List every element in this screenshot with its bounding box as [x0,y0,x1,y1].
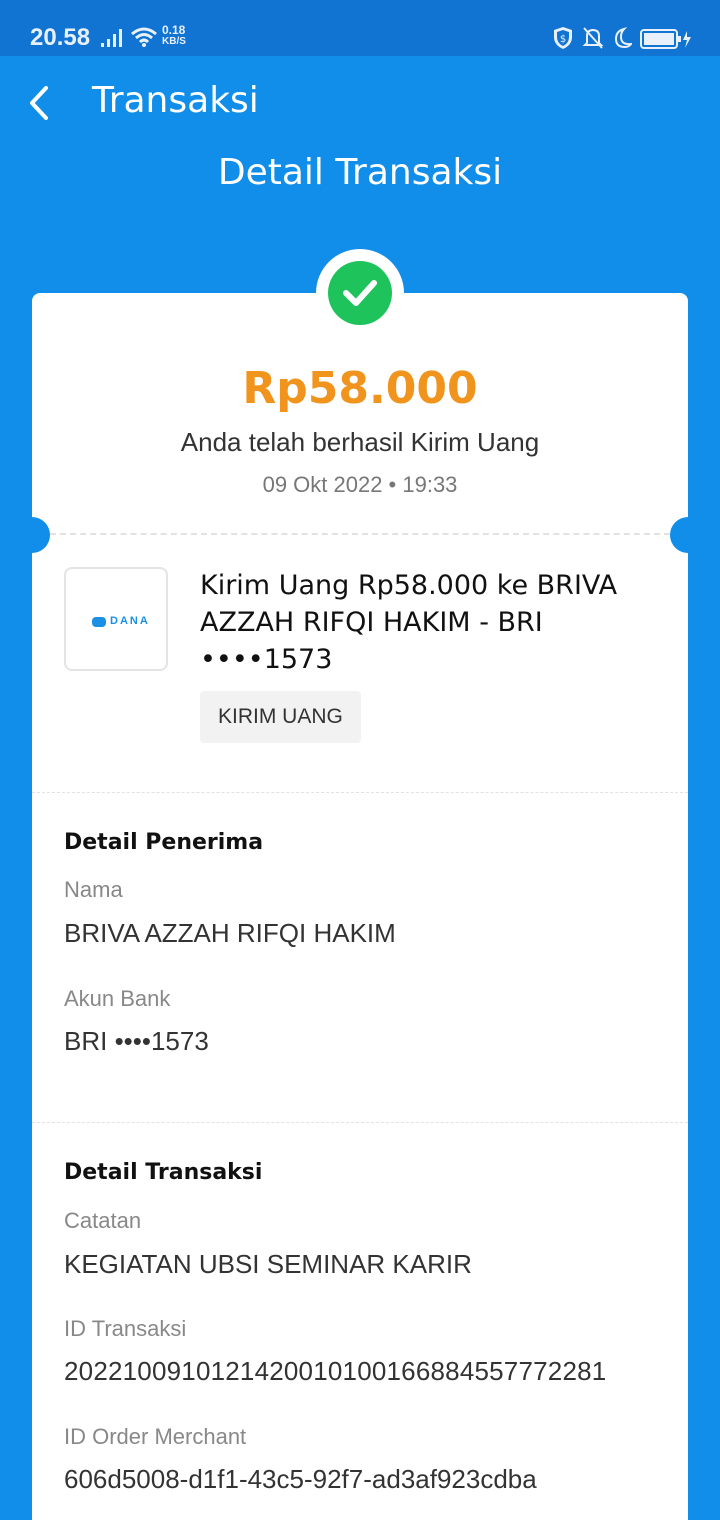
battery-icon [640,29,691,49]
ticket-notch-right [670,517,706,553]
bank-account-label: Akun Bank [64,986,171,1011]
status-bar: 20.58 0.18 KB/S $ [0,0,720,56]
order-id-label: ID Order Merchant [64,1424,247,1449]
details-section-title: Detail Transaksi [64,1160,263,1185]
signal-icon [101,29,122,47]
ticket-notch-left [14,517,50,553]
transaction-card: Rp58.000 Anda telah berhasil Kirim Uang … [14,293,706,1520]
divider [50,533,670,535]
net-speed-unit: KB/S [162,36,186,47]
note-value: KEGIATAN UBSI SEMINAR KARIR [64,1249,472,1279]
recipient-name-value: BRIVA AZZAH RIFQI HAKIM [64,918,396,948]
moon-icon [614,27,632,49]
net-speed: 0.18 KB/S [162,24,186,48]
back-icon[interactable] [26,84,56,122]
recipient-section-title: Detail Penerima [64,830,264,855]
shield-icon: $ [554,27,572,49]
merchant-logo-text: DANA [110,615,150,627]
divider [32,792,688,793]
note-label: Catatan [64,1208,142,1233]
transaction-amount: Rp58.000 [242,363,478,414]
transaction-id-value: 2022100910121420010100166884557772281 [64,1356,607,1386]
success-badge [316,249,404,337]
header-title: Transaksi [92,80,259,121]
net-speed-value: 0.18 [162,23,186,37]
wifi-icon [131,27,157,47]
page-title: Detail Transaksi [217,152,503,193]
success-message: Anda telah berhasil Kirim Uang [180,427,540,457]
status-time: 20.58 [30,24,91,51]
transaction-type-tag: KIRIM UANG [200,691,361,743]
merchant-logo: DANA [64,567,168,671]
recipient-name-label: Nama [64,877,123,902]
bell-off-icon [582,27,604,49]
divider [32,1122,688,1123]
transaction-title: Kirim Uang Rp58.000 ke BRIVA AZZAH RIFQI… [200,570,618,675]
order-id-value: 606d5008-d1f1-43c5-92f7-ad3af923cdba [64,1464,537,1494]
dana-logo-icon [92,617,106,627]
transaction-id-label: ID Transaksi [64,1316,187,1341]
check-circle-icon [328,261,392,325]
bank-account-value: BRI ••••1573 [64,1026,209,1056]
svg-text:$: $ [560,34,566,45]
transaction-datetime: 09 Okt 2022 • 19:33 [262,472,458,497]
